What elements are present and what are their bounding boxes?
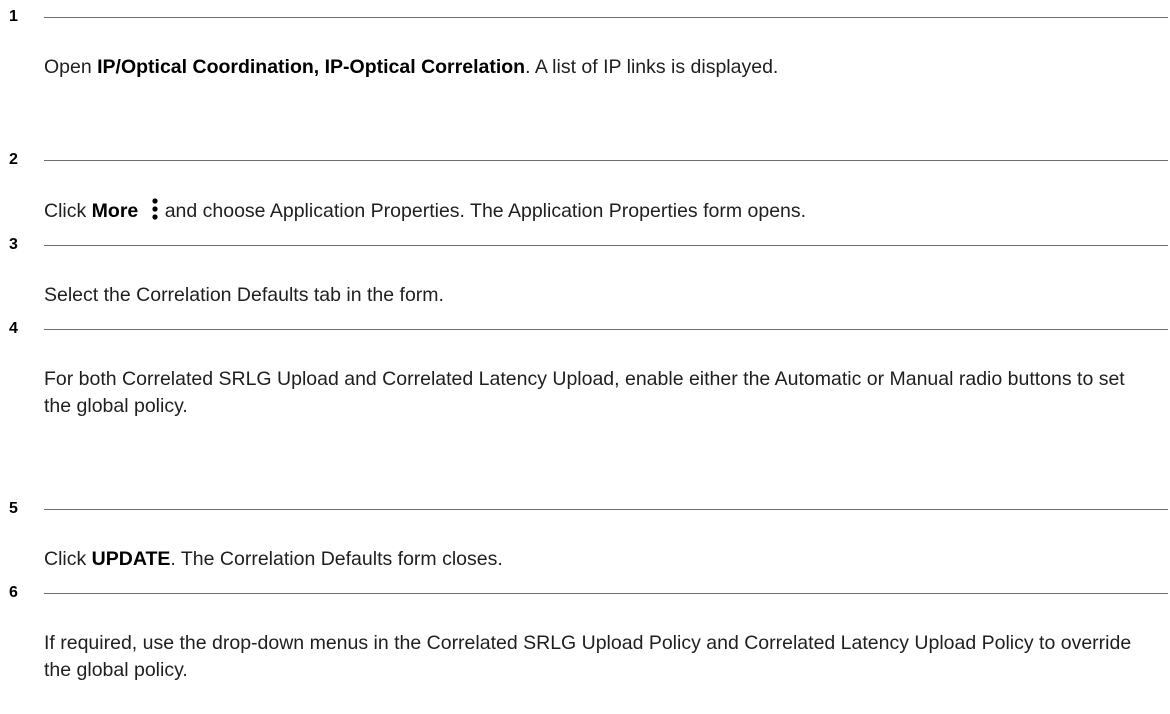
more-vertical-icon (152, 198, 158, 220)
step-number: 1 (9, 8, 18, 25)
step-number: 5 (9, 500, 18, 517)
more-label: More (91, 200, 139, 222)
step-instruction: Click UPDATE. The Correlation Defaults f… (44, 546, 1154, 573)
step-text-post: . The Correlation Defaults form closes. (170, 548, 503, 570)
step-number: 6 (9, 584, 18, 601)
step-divider (44, 329, 1168, 330)
step-divider (44, 160, 1168, 161)
step-divider (44, 17, 1168, 18)
menu-path: IP/Optical Coordination, IP-Optical Corr… (97, 56, 526, 78)
step-divider (44, 509, 1168, 510)
step-number: 3 (9, 236, 18, 253)
step-instruction: Click More and choose Application Proper… (44, 197, 1154, 225)
step-number: 2 (9, 151, 18, 168)
step-text-pre: Open (44, 56, 98, 78)
step-divider (44, 593, 1168, 594)
step-text-pre: Click (44, 200, 92, 222)
step-instruction: Select the Correlation Defaults tab in t… (44, 284, 444, 306)
step-number: 4 (9, 320, 18, 337)
step-text-pre: Click (44, 548, 92, 570)
step-text-post: . A list of IP links is displayed. (525, 56, 779, 78)
step-instruction: For both Correlated SRLG Upload and Corr… (44, 368, 1125, 417)
step-instruction: If required, use the drop-down menus in … (44, 632, 1132, 681)
step-divider (44, 245, 1168, 246)
step-text-post: and choose Application Properties. The A… (164, 200, 807, 222)
update-label: UPDATE (91, 548, 171, 570)
step-instruction: Open IP/Optical Coordination, IP-Optical… (44, 54, 1154, 81)
